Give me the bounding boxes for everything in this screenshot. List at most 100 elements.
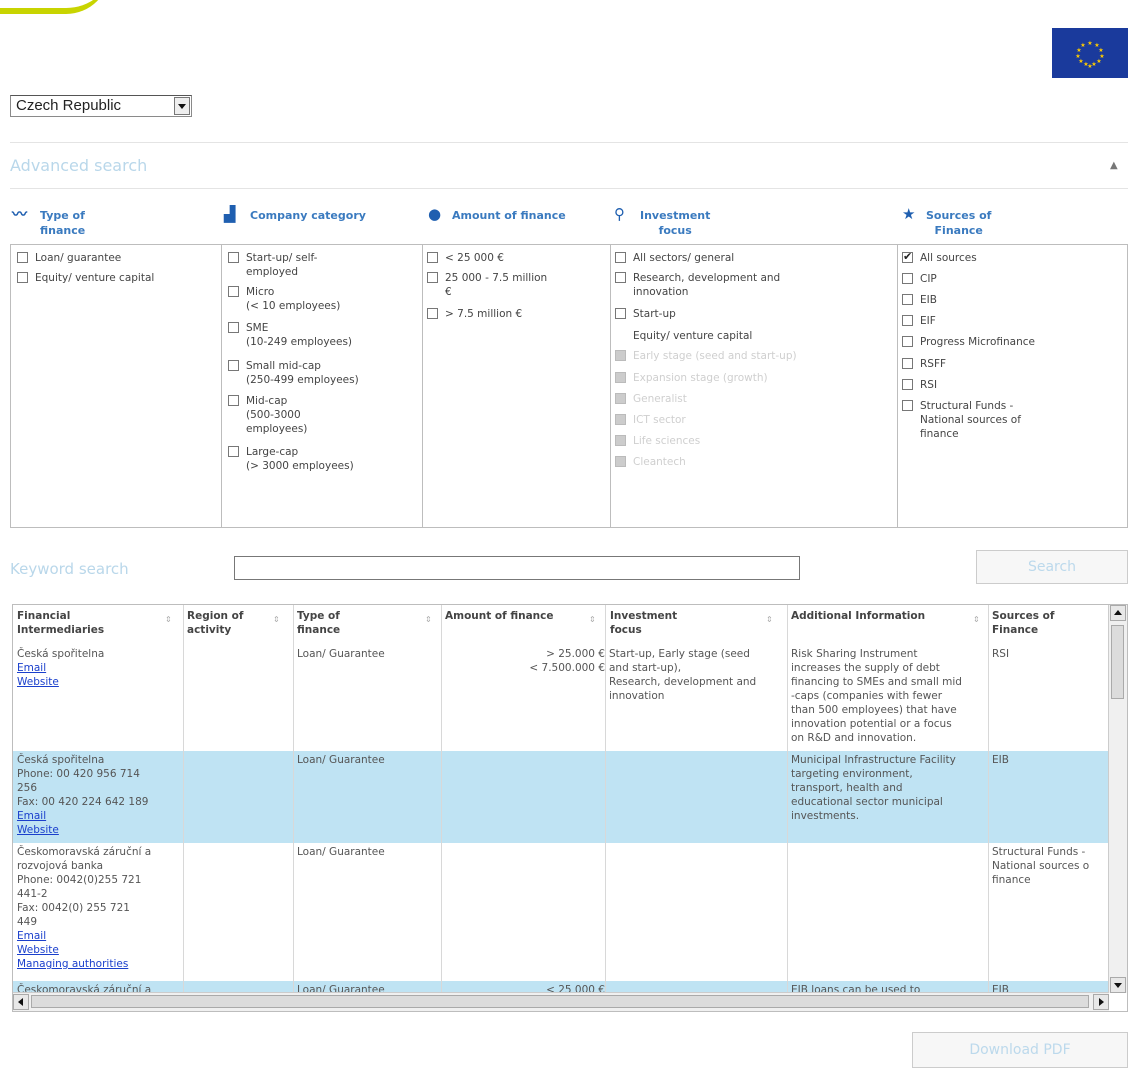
cell-source: EIB [992, 754, 1009, 766]
checkbox[interactable] [902, 336, 913, 347]
chart-line-icon: 〰 [12, 205, 28, 223]
checkbox[interactable] [615, 308, 626, 319]
column-divider [441, 605, 442, 993]
vertical-scrollbar[interactable] [1108, 605, 1127, 993]
divider [10, 188, 1128, 189]
sort-icon[interactable]: ⇕ [273, 613, 280, 627]
filter-column-amount-of-finance: < 25 000 € 25 000 - 7.5 million € > 7.5 … [423, 245, 611, 527]
cell-info: Risk Sharing Instrument increases the su… [791, 648, 962, 744]
checkbox-disabled [615, 393, 626, 404]
magnifier-icon: ⚲ [614, 205, 625, 223]
checkbox[interactable] [228, 252, 239, 263]
email-link[interactable]: Email [17, 661, 183, 675]
table-header: Financial Intermediaries ⇕ Region of acti… [13, 605, 1109, 645]
eu-flag-icon: ★ ★ ★ ★ ★ ★ ★ ★ ★ ★ ★ ★ [1052, 28, 1128, 78]
money-bag-icon: ● [428, 205, 442, 223]
chevron-down-icon[interactable] [174, 97, 190, 115]
scroll-right-icon[interactable] [1093, 994, 1109, 1010]
checkbox-disabled [615, 414, 626, 425]
checkbox[interactable] [228, 446, 239, 457]
website-link[interactable]: Website [17, 943, 183, 957]
sort-icon[interactable]: ⇕ [425, 613, 432, 627]
subheading-equity-venture-capital: Equity/ venture capital [633, 330, 753, 342]
checkbox[interactable] [17, 272, 28, 283]
filter-column-sources-of-finance: All sources CIP EIB EIF Progress Microfi… [898, 245, 1127, 527]
collapse-toggle-icon[interactable]: ▲ [1110, 160, 1118, 171]
column-divider [787, 605, 788, 993]
column-divider [293, 605, 294, 993]
column-divider [183, 605, 184, 993]
svg-text:★: ★ [1096, 58, 1101, 65]
cell-source: Structural Funds - National sources o fi… [992, 846, 1090, 886]
column-header-sources[interactable]: Sources of Finance [992, 609, 1054, 637]
cell-type: Loan/ Guarantee [297, 648, 385, 660]
column-header-region[interactable]: Region of activity ⇕ [187, 609, 280, 637]
bar-chart-icon: ▟ [224, 205, 236, 223]
sort-icon[interactable]: ⇕ [589, 613, 596, 627]
column-header-financial-intermediaries[interactable]: Financial Intermediaries ⇕ [17, 609, 172, 637]
checkbox[interactable] [902, 358, 913, 369]
checkbox[interactable] [902, 315, 913, 326]
filter-panel: Loan/ guarantee Equity/ venture capital … [10, 244, 1128, 528]
scroll-up-icon[interactable] [1110, 605, 1126, 621]
table-row[interactable]: Českomoravská záruční a rozvojová banka … [13, 843, 1109, 981]
column-header-type-of-finance[interactable]: Type of finance ⇕ [297, 609, 432, 637]
keyword-search-input[interactable] [234, 556, 800, 580]
filter-column-type-of-finance: Loan/ guarantee Equity/ venture capital [11, 245, 222, 527]
checkbox[interactable] [615, 272, 626, 283]
checkbox[interactable] [615, 252, 626, 263]
scroll-down-icon[interactable] [1110, 977, 1126, 993]
sort-icon[interactable]: ⇕ [766, 613, 773, 627]
checkbox-disabled [615, 350, 626, 361]
checkbox[interactable] [427, 272, 438, 283]
checkbox-disabled [615, 456, 626, 467]
website-link[interactable]: Website [17, 675, 183, 689]
checkbox[interactable] [228, 286, 239, 297]
checkbox-checked[interactable] [902, 250, 913, 264]
cell-source: RSI [992, 648, 1010, 660]
svg-text:★: ★ [1087, 63, 1092, 70]
checkbox[interactable] [228, 395, 239, 406]
website-link[interactable]: Website [17, 823, 183, 837]
cell-intermediary: Česká spořitelna Email Website [17, 647, 183, 689]
checkbox[interactable] [17, 252, 28, 263]
facet-company-category-label: Company category [250, 209, 366, 222]
facet-sources-of-finance-label: Sources of Finance [926, 209, 992, 237]
facet-type-of-finance-label: Type of finance [40, 209, 86, 237]
checkbox[interactable] [427, 252, 438, 263]
checkbox[interactable] [427, 308, 438, 319]
cell-type: Loan/ Guarantee [297, 754, 385, 766]
checkbox-disabled [615, 435, 626, 446]
filter-column-investment-focus: All sectors/ general Research, developme… [611, 245, 898, 527]
download-pdf-button[interactable]: Download PDF [912, 1032, 1128, 1068]
svg-text:★: ★ [1080, 42, 1085, 49]
sort-icon[interactable]: ⇕ [165, 613, 172, 627]
search-button[interactable]: Search [976, 550, 1128, 584]
scroll-left-icon[interactable] [13, 994, 29, 1010]
scroll-thumb[interactable] [1111, 625, 1124, 699]
email-link[interactable]: Email [17, 929, 183, 943]
checkbox[interactable] [902, 273, 913, 284]
column-header-amount[interactable]: Amount of finance ⇕ [445, 609, 596, 624]
star-icon: ★ [902, 205, 916, 223]
horizontal-scrollbar[interactable] [13, 992, 1109, 1011]
table-row[interactable]: Česká spořitelna Phone: 00 420 956 714 2… [13, 751, 1109, 843]
column-header-additional-info[interactable]: Additional Information ⇕ [791, 609, 980, 624]
cell-intermediary: Českomoravská záruční a rozvojová banka … [17, 845, 183, 971]
managing-authorities-link[interactable]: Managing authorities [17, 957, 183, 971]
checkbox[interactable] [228, 360, 239, 371]
email-link[interactable]: Email [17, 809, 183, 823]
checkbox[interactable] [228, 322, 239, 333]
checkbox[interactable] [902, 379, 913, 390]
advanced-search-title[interactable]: Advanced search [10, 156, 147, 175]
checkbox[interactable] [902, 294, 913, 305]
table-row[interactable]: Česká spořitelna Email Website Loan/ Gua… [13, 645, 1109, 751]
checkbox[interactable] [902, 400, 913, 411]
svg-text:★: ★ [1087, 40, 1092, 47]
scroll-thumb[interactable] [31, 995, 1089, 1008]
sort-icon[interactable]: ⇕ [973, 613, 980, 627]
divider [10, 142, 1128, 143]
column-header-investment-focus[interactable]: Investment focus ⇕ [610, 609, 773, 637]
country-select[interactable]: Czech Republic [10, 95, 192, 117]
facet-amount-of-finance-label: Amount of finance [452, 209, 566, 222]
